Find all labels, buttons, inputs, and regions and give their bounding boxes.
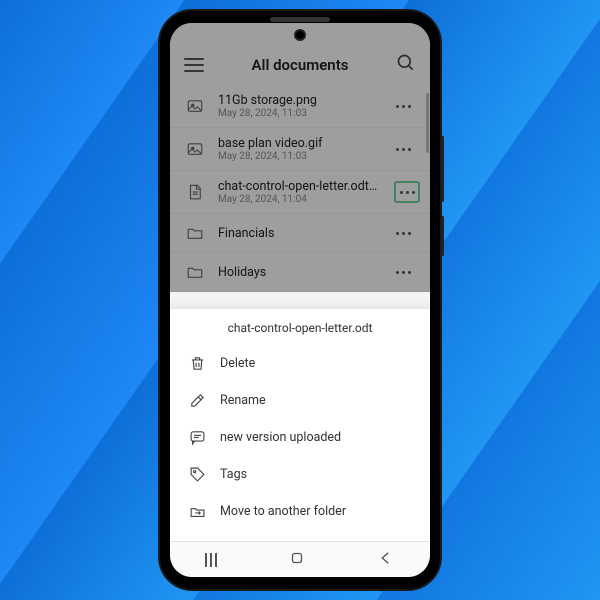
file-row[interactable]: chat-control-open-letter.odt May 28, 202… bbox=[170, 171, 430, 214]
trash-icon bbox=[188, 355, 206, 372]
more-icon[interactable] bbox=[390, 138, 416, 160]
comment-icon bbox=[188, 429, 206, 446]
more-icon[interactable] bbox=[390, 95, 416, 117]
action-label: Rename bbox=[220, 393, 266, 408]
home-button[interactable] bbox=[288, 549, 306, 571]
recent-apps-button[interactable] bbox=[205, 553, 217, 567]
file-name: chat-control-open-letter.odt bbox=[218, 179, 382, 194]
action-label: Delete bbox=[220, 356, 255, 371]
volume-button bbox=[441, 136, 444, 202]
file-name: Holidays bbox=[218, 265, 378, 280]
action-label: Move to another folder bbox=[220, 504, 346, 519]
file-date: May 28, 2024, 11:03 bbox=[218, 151, 378, 162]
more-icon[interactable] bbox=[394, 181, 420, 203]
phone-frame: All documents 11Gb storage.png May 28, 2… bbox=[160, 11, 440, 589]
front-camera bbox=[294, 29, 306, 41]
file-date: May 28, 2024, 11:04 bbox=[218, 194, 382, 205]
action-label: Tags bbox=[220, 467, 247, 482]
file-row[interactable]: 11Gb storage.png May 28, 2024, 11:03 bbox=[170, 85, 430, 128]
menu-icon[interactable] bbox=[184, 58, 204, 72]
page-title: All documents bbox=[252, 56, 349, 74]
file-name: Financials bbox=[218, 226, 378, 241]
back-button[interactable] bbox=[377, 549, 395, 571]
image-icon bbox=[184, 97, 206, 115]
tags-action[interactable]: Tags bbox=[170, 456, 430, 493]
version-action[interactable]: new version uploaded bbox=[170, 419, 430, 456]
more-icon[interactable] bbox=[390, 261, 416, 283]
image-icon bbox=[184, 140, 206, 158]
pencil-icon bbox=[188, 392, 206, 409]
file-row[interactable]: Holidays bbox=[170, 253, 430, 292]
speaker-slot bbox=[270, 17, 330, 22]
tag-icon bbox=[188, 466, 206, 483]
action-label: new version uploaded bbox=[220, 430, 341, 445]
file-list-screen: All documents 11Gb storage.png May 28, 2… bbox=[170, 23, 430, 292]
delete-action[interactable]: Delete bbox=[170, 345, 430, 382]
more-icon[interactable] bbox=[390, 222, 416, 244]
rename-action[interactable]: Rename bbox=[170, 382, 430, 419]
file-row[interactable]: base plan video.gif May 28, 2024, 11:03 bbox=[170, 128, 430, 171]
screen: All documents 11Gb storage.png May 28, 2… bbox=[170, 23, 430, 577]
file-date: May 28, 2024, 11:03 bbox=[218, 108, 378, 119]
folder-icon bbox=[184, 263, 206, 281]
sheet-title: chat-control-open-letter.odt bbox=[170, 309, 430, 345]
folder-move-icon bbox=[188, 503, 206, 520]
document-icon bbox=[184, 183, 206, 201]
power-button bbox=[441, 216, 444, 256]
file-name: base plan video.gif bbox=[218, 136, 378, 151]
file-row[interactable]: Financials bbox=[170, 214, 430, 253]
android-navbar bbox=[170, 541, 430, 577]
search-icon[interactable] bbox=[396, 53, 416, 77]
folder-icon bbox=[184, 224, 206, 242]
file-name: 11Gb storage.png bbox=[218, 93, 378, 108]
scrollbar[interactable] bbox=[426, 93, 429, 153]
action-sheet: chat-control-open-letter.odt Delete Rena… bbox=[170, 309, 430, 541]
move-action[interactable]: Move to another folder bbox=[170, 493, 430, 530]
